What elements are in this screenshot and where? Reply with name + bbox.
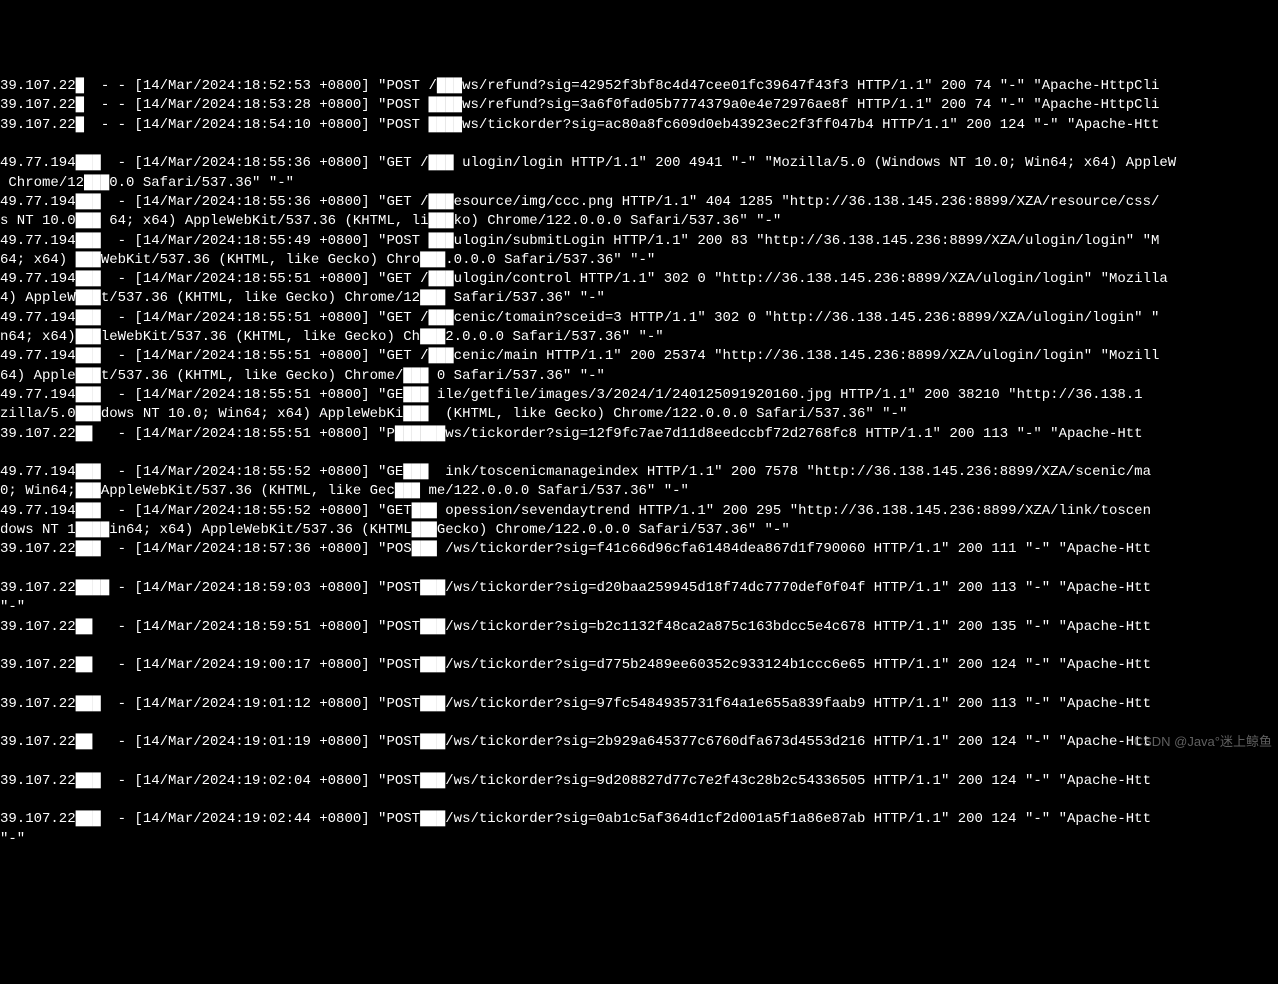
log-line: 39.107.22███ - [14/Mar/2024:18:57:36 +08… [0,540,1278,559]
log-line: Chrome/12███0.0 Safari/537.36" "-" [0,174,1278,193]
log-line: 49.77.194███ - [14/Mar/2024:18:55:51 +08… [0,270,1278,289]
log-line: 49.77.194███ - [14/Mar/2024:18:55:49 +08… [0,232,1278,251]
log-line: 64) Apple███t/537.36 (KHTML, like Gecko)… [0,367,1278,386]
log-line [0,135,1278,154]
log-line: dows NT 1████in64; x64) AppleWebKit/537.… [0,521,1278,540]
log-line: 49.77.194███ - [14/Mar/2024:18:55:36 +08… [0,154,1278,173]
log-line: 39.107.22█ - - [14/Mar/2024:18:52:53 +08… [0,77,1278,96]
log-line: 49.77.194███ - [14/Mar/2024:18:55:51 +08… [0,347,1278,366]
log-line: zilla/5.0███dows NT 10.0; Win64; x64) Ap… [0,405,1278,424]
log-line [0,714,1278,733]
log-line [0,637,1278,656]
log-line: 39.107.22███ - [14/Mar/2024:19:01:12 +08… [0,695,1278,714]
log-line: 4) AppleW███t/537.36 (KHTML, like Gecko)… [0,289,1278,308]
log-line: 39.107.22██ - [14/Mar/2024:19:01:19 +080… [0,733,1278,752]
log-line: 64; x64) ███WebKit/537.36 (KHTML, like G… [0,251,1278,270]
log-line: n64; x64)███leWebKit/537.36 (KHTML, like… [0,328,1278,347]
log-line [0,753,1278,772]
log-line: 0; Win64;███AppleWebKit/537.36 (KHTML, l… [0,482,1278,501]
log-line: 49.77.194███ - [14/Mar/2024:18:55:51 +08… [0,309,1278,328]
log-line [0,560,1278,579]
log-line: 49.77.194███ - [14/Mar/2024:18:55:51 +08… [0,386,1278,405]
log-line [0,675,1278,694]
log-line: "-" [0,598,1278,617]
log-line: 39.107.22█ - - [14/Mar/2024:18:54:10 +08… [0,116,1278,135]
log-line: 39.107.22███ - [14/Mar/2024:19:02:04 +08… [0,772,1278,791]
log-line: 39.107.22███ - [14/Mar/2024:19:02:44 +08… [0,810,1278,829]
log-line [0,791,1278,810]
log-line: 49.77.194███ - [14/Mar/2024:18:55:52 +08… [0,502,1278,521]
log-line: 39.107.22█ - - [14/Mar/2024:18:53:28 +08… [0,96,1278,115]
terminal-output: 39.107.22█ - - [14/Mar/2024:18:52:53 +08… [0,77,1278,849]
log-line: 39.107.22██ - [14/Mar/2024:19:00:17 +080… [0,656,1278,675]
log-line: 49.77.194███ - [14/Mar/2024:18:55:52 +08… [0,463,1278,482]
log-line: 39.107.22████ - [14/Mar/2024:18:59:03 +0… [0,579,1278,598]
watermark-text: CSDN @Java°迷上鲸鱼 [1134,732,1272,751]
log-line: "-" [0,830,1278,849]
log-line: s NT 10.0███ 64; x64) AppleWebKit/537.36… [0,212,1278,231]
log-line [0,444,1278,463]
log-line: 39.107.22██ - [14/Mar/2024:18:59:51 +080… [0,618,1278,637]
log-line: 39.107.22██ - [14/Mar/2024:18:55:51 +080… [0,425,1278,444]
log-line: 49.77.194███ - [14/Mar/2024:18:55:36 +08… [0,193,1278,212]
